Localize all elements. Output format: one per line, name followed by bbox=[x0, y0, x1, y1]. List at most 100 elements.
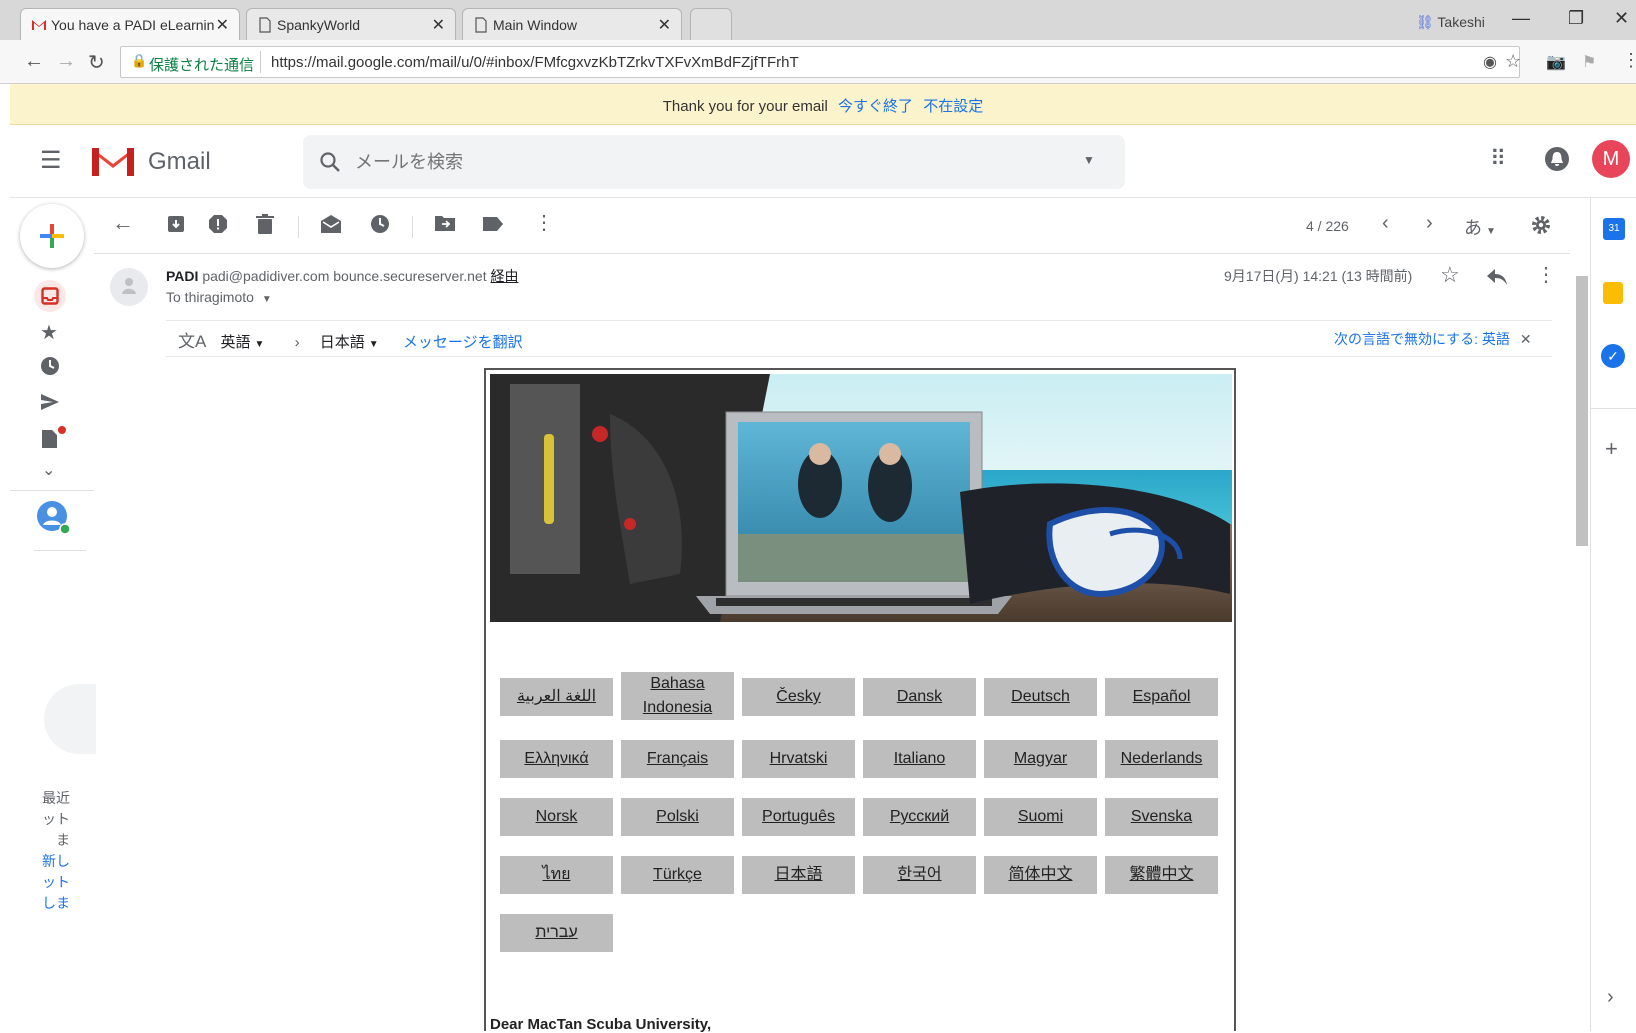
browser-tab-gmail[interactable]: You have a PADI eLearnin ✕ bbox=[20, 8, 240, 41]
delete-icon[interactable] bbox=[256, 214, 274, 234]
forward-icon[interactable]: → bbox=[56, 50, 76, 73]
language-button[interactable]: ไทย bbox=[500, 856, 613, 894]
language-button[interactable]: 한국어 bbox=[863, 856, 976, 894]
language-button[interactable]: Suomi bbox=[984, 798, 1097, 836]
language-button[interactable]: Ελληνικά bbox=[500, 740, 613, 778]
recipient-details-toggle[interactable]: To thiragimoto ▼ bbox=[166, 289, 272, 305]
target-language-select[interactable]: 日本語 ▼ bbox=[320, 334, 379, 351]
labels-icon[interactable] bbox=[482, 216, 504, 232]
minimize-icon[interactable]: — bbox=[1512, 8, 1530, 29]
main-menu-icon[interactable]: ☰ bbox=[40, 146, 62, 175]
sent-icon[interactable] bbox=[40, 392, 60, 412]
language-button[interactable]: اللغة العربية bbox=[500, 678, 613, 716]
browser-tab-main-window[interactable]: Main Window ✕ bbox=[462, 8, 682, 40]
language-button[interactable]: Nederlands bbox=[1105, 740, 1218, 778]
compose-button[interactable] bbox=[20, 204, 84, 268]
expand-panel-chevron-right-icon[interactable]: › bbox=[1607, 986, 1614, 1009]
input-tools-button[interactable]: あ ▼ bbox=[1464, 214, 1496, 240]
back-to-inbox-icon[interactable]: ← bbox=[112, 210, 134, 236]
report-spam-icon[interactable] bbox=[208, 214, 228, 234]
language-button[interactable]: Deutsch bbox=[984, 678, 1097, 716]
search-icon[interactable] bbox=[319, 151, 341, 173]
calendar-icon[interactable]: 31 bbox=[1603, 218, 1625, 240]
hangouts-link-line[interactable]: ット bbox=[42, 872, 94, 893]
language-button[interactable]: Türkçe bbox=[621, 856, 734, 894]
vacation-settings-link[interactable]: 不在設定 bbox=[923, 98, 983, 115]
sender-email[interactable]: padi@padidiver.com bbox=[202, 268, 329, 284]
gmail-logo-icon[interactable] bbox=[90, 144, 136, 178]
move-to-icon[interactable] bbox=[434, 214, 456, 232]
language-button[interactable]: 日本語 bbox=[742, 856, 855, 894]
archive-icon[interactable] bbox=[166, 214, 186, 234]
snoozed-icon[interactable] bbox=[40, 356, 60, 376]
hangouts-link-line[interactable]: 新し bbox=[42, 851, 94, 872]
bookmark-star-icon[interactable]: ☆ bbox=[1505, 51, 1521, 72]
eye-icon[interactable]: ◉ bbox=[1483, 52, 1497, 72]
language-button[interactable]: Norsk bbox=[500, 798, 613, 836]
starred-icon[interactable]: ★ bbox=[40, 320, 58, 345]
message-more-icon[interactable]: ⋮ bbox=[1536, 262, 1556, 287]
close-icon[interactable]: ✕ bbox=[1520, 331, 1532, 347]
star-icon[interactable]: ☆ bbox=[1440, 262, 1460, 288]
profile-button[interactable]: ⛓ Takeshi bbox=[1416, 14, 1485, 31]
message-scrollbar[interactable] bbox=[1576, 276, 1588, 546]
side-panel: 31 ✓ + › bbox=[1590, 198, 1636, 1031]
more-actions-icon[interactable]: ⋮ bbox=[534, 210, 554, 235]
extension-icon[interactable]: ⚑ bbox=[1582, 52, 1596, 72]
window-close-icon[interactable]: ✕ bbox=[1614, 8, 1629, 29]
search-options-dropdown-icon[interactable]: ▼ bbox=[1083, 153, 1095, 167]
settings-gear-icon[interactable] bbox=[1530, 214, 1552, 236]
language-button[interactable]: Français bbox=[621, 740, 734, 778]
account-avatar[interactable]: M bbox=[1592, 140, 1630, 178]
language-button[interactable]: Magyar bbox=[984, 740, 1097, 778]
inbox-nav-item[interactable] bbox=[34, 280, 66, 312]
language-button[interactable]: Hrvatski bbox=[742, 740, 855, 778]
restore-icon[interactable]: ❐ bbox=[1568, 8, 1584, 29]
keep-icon[interactable] bbox=[1603, 282, 1623, 304]
disable-translation-link[interactable]: 次の言語で無効にする: 英語 ✕ bbox=[1334, 329, 1532, 349]
address-bar[interactable]: 🔒 保護された通信 https://mail.google.com/mail/u… bbox=[120, 46, 1521, 78]
via-link[interactable]: 経由 bbox=[490, 268, 518, 284]
language-button[interactable]: Svenska bbox=[1105, 798, 1218, 836]
end-now-link[interactable]: 今すぐ終了 bbox=[838, 98, 913, 115]
older-chevron-right-icon[interactable]: › bbox=[1426, 212, 1433, 235]
search-box[interactable]: ▼ bbox=[303, 135, 1125, 189]
reload-icon[interactable]: ↻ bbox=[88, 50, 105, 75]
language-button[interactable]: Português bbox=[742, 798, 855, 836]
browser-tab-spankyworld[interactable]: SpankyWorld ✕ bbox=[246, 8, 456, 40]
language-button[interactable]: Italiano bbox=[863, 740, 976, 778]
newer-chevron-left-icon[interactable]: ‹ bbox=[1382, 212, 1389, 235]
tab-close-icon[interactable]: ✕ bbox=[432, 15, 445, 35]
new-tab-button[interactable] bbox=[690, 8, 732, 40]
mark-as-unread-icon[interactable] bbox=[320, 214, 342, 234]
camera-icon[interactable]: 📷 bbox=[1546, 52, 1566, 72]
notifications-icon[interactable] bbox=[1544, 146, 1570, 172]
language-button[interactable]: Русский bbox=[863, 798, 976, 836]
search-input[interactable] bbox=[355, 149, 1005, 175]
language-button[interactable]: עברית bbox=[500, 914, 613, 952]
language-button[interactable]: Polski bbox=[621, 798, 734, 836]
add-addon-plus-icon[interactable]: + bbox=[1605, 436, 1618, 462]
language-button[interactable]: Español bbox=[1105, 678, 1218, 716]
more-chevron-down-icon[interactable]: ⌄ bbox=[42, 460, 55, 480]
tab-close-icon[interactable]: ✕ bbox=[658, 15, 671, 35]
language-button[interactable]: 简体中文 bbox=[984, 856, 1097, 894]
language-button[interactable]: Dansk bbox=[863, 678, 976, 716]
snooze-icon[interactable] bbox=[370, 214, 390, 234]
tasks-icon[interactable]: ✓ bbox=[1601, 344, 1625, 368]
url-text[interactable]: https://mail.google.com/mail/u/0/#inbox/… bbox=[271, 54, 799, 71]
hangouts-account-icon[interactable] bbox=[36, 500, 72, 536]
sender-name[interactable]: PADI bbox=[166, 268, 198, 284]
translate-message-link[interactable]: メッセージを翻訳 bbox=[403, 334, 523, 351]
language-button[interactable]: Česky bbox=[742, 678, 855, 716]
language-button[interactable]: Bahasa Indonesia bbox=[621, 672, 734, 720]
language-button[interactable]: 繁體中文 bbox=[1105, 856, 1218, 894]
tab-close-icon[interactable]: ✕ bbox=[216, 15, 229, 35]
chrome-menu-icon[interactable]: ⋮ bbox=[1622, 50, 1636, 71]
back-icon[interactable]: ← bbox=[24, 50, 44, 73]
reply-icon[interactable] bbox=[1486, 268, 1508, 286]
apps-grid-icon[interactable]: ⠿ bbox=[1490, 146, 1506, 172]
source-language-select[interactable]: 英語 ▼ bbox=[221, 334, 265, 351]
drafts-icon[interactable] bbox=[40, 426, 66, 450]
hangouts-link-line[interactable]: しま bbox=[42, 893, 94, 914]
